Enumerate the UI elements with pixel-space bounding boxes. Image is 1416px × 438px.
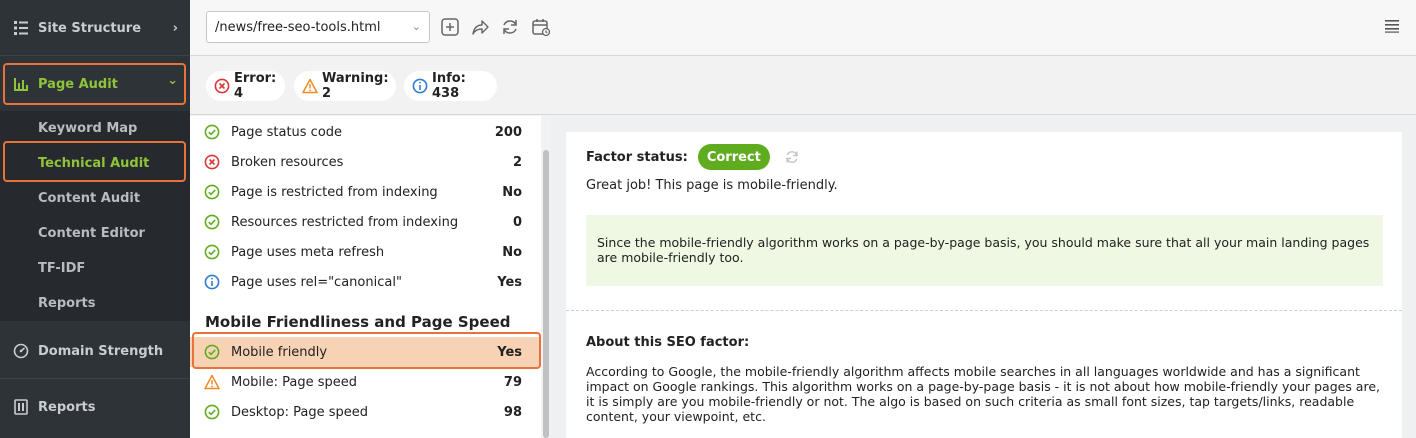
list-item-value: 79 [503,374,522,390]
list-item-value: 2 [512,154,522,170]
list-item-value: 98 [503,404,522,420]
sidebar-item-content-audit[interactable]: Content Audit [0,181,190,216]
page-audit-icon [12,75,30,93]
list-item[interactable]: Broken resources 2 [190,147,542,177]
sidebar-item-label: Content Editor [38,226,145,241]
gauge-icon [12,342,30,360]
sidebar-item-label: Technical Audit [38,156,150,171]
list-scrollbar[interactable] [541,116,551,438]
nav-site-structure[interactable]: Site Structure › [0,14,190,42]
list-item[interactable]: Mobile: Page speed 79 [190,367,542,397]
list-item[interactable]: Desktop: Page speed 98 [190,397,542,427]
warning-icon [204,374,220,390]
info-filter-button[interactable]: Info: 438 [404,71,497,101]
factor-list: Page status code 200 Broken resources 2 … [190,116,551,438]
error-filter-label: Error: 4 [234,71,277,101]
check-circle-icon [204,244,220,260]
warning-filter-button[interactable]: Warning: 2 [294,71,396,101]
sidebar-item-label: Content Audit [38,191,141,206]
info-icon [412,78,428,94]
nav-domain-strength-label: Domain Strength [38,343,164,359]
list-item[interactable]: Page status code 200 [190,117,542,147]
sidebar-item-label: Keyword Map [38,121,138,136]
status-badge: Correct [697,144,770,170]
hamburger-menu-icon[interactable] [1384,18,1400,34]
about-title: About this SEO factor: [586,335,750,350]
recheck-icon[interactable] [784,149,800,165]
share-icon[interactable] [469,16,491,38]
list-item-label: Mobile: Page speed [231,374,358,390]
list-item-label: Resources restricted from indexing [231,214,459,230]
list-item[interactable]: Page uses meta refresh No [190,237,542,267]
sidebar-item-reports-sub[interactable]: Reports [0,286,190,321]
factor-detail-panel: Factor status: Correct Great job! This p… [566,132,1402,438]
list-item-value: No [502,244,522,260]
url-select[interactable]: /news/free-seo-tools.html ⌄ [206,11,430,43]
add-page-icon[interactable] [439,16,461,38]
list-item[interactable]: Page is restricted from indexing No [190,177,542,207]
nav-reports[interactable]: Reports [0,393,190,421]
factor-status-label: Factor status: [586,149,688,165]
nav-page-audit-label: Page Audit [38,76,118,92]
selected-row-highlight [192,332,541,369]
toolbar: /news/free-seo-tools.html ⌄ [190,0,1416,56]
list-item[interactable]: Resources restricted from indexing 0 [190,207,542,237]
error-filter-button[interactable]: Error: 4 [206,71,285,101]
chevron-down-icon: ⌄ [167,73,178,88]
about-text: According to Google, the mobile-friendly… [586,364,1381,424]
list-item-label: Desktop: Page speed [231,404,369,420]
factor-status-row: Factor status: Correct [586,144,800,170]
nav-page-audit[interactable]: Page Audit ⌄ [0,70,190,98]
warning-icon [302,78,318,94]
info-icon [204,274,220,290]
sidebar-item-content-editor[interactable]: Content Editor [0,216,190,251]
check-circle-icon [204,404,220,420]
list-item-value: 0 [512,214,522,230]
section-title: Mobile Friendliness and Page Speed [205,313,511,331]
list-item-value: 200 [494,124,522,140]
schedule-icon[interactable] [530,16,552,38]
sidebar-item-label: TF-IDF [38,261,86,276]
chevron-right-icon: › [172,20,178,36]
scrollbar-thumb[interactable] [543,150,549,438]
list-item-value: Yes [497,274,522,290]
filter-bar: Error: 4 Warning: 2 Info: 438 [190,57,1416,115]
list-item-label: Page uses rel="canonical" [231,274,402,290]
site-structure-icon [12,19,30,37]
sidebar-item-label: Reports [38,296,96,311]
tip-text: Since the mobile-friendly algorithm work… [597,235,1370,265]
reports-icon [12,398,30,416]
refresh-icon[interactable] [499,16,521,38]
error-icon [214,78,230,94]
warning-filter-label: Warning: 2 [322,71,389,101]
check-circle-icon [204,124,220,140]
list-item-label: Broken resources [231,154,344,170]
nav-site-structure-label: Site Structure [38,20,142,36]
sidebar-item-technical-audit[interactable]: Technical Audit [0,146,190,181]
nav-reports-label: Reports [38,399,96,415]
sidebar: Site Structure › Page Audit ⌄ Keyword Ma… [0,0,190,438]
chevron-down-icon: ⌄ [411,20,421,33]
tip-box: Since the mobile-friendly algorithm work… [586,215,1383,286]
check-circle-icon [204,214,220,230]
error-icon [204,154,220,170]
info-filter-label: Info: 438 [432,71,466,101]
list-item-label: Page uses meta refresh [231,244,385,260]
sidebar-item-tf-idf[interactable]: TF-IDF [0,251,190,286]
list-item-value: No [502,184,522,200]
nav-domain-strength[interactable]: Domain Strength [0,337,190,365]
status-summary: Great job! This page is mobile-friendly. [586,178,838,193]
list-item[interactable]: Page uses rel="canonical" Yes [190,267,542,297]
list-item-label: Page status code [231,124,343,140]
list-item-label: Page is restricted from indexing [231,184,438,200]
divider [566,310,1402,311]
check-circle-icon [204,184,220,200]
url-select-value: /news/free-seo-tools.html [215,19,381,35]
